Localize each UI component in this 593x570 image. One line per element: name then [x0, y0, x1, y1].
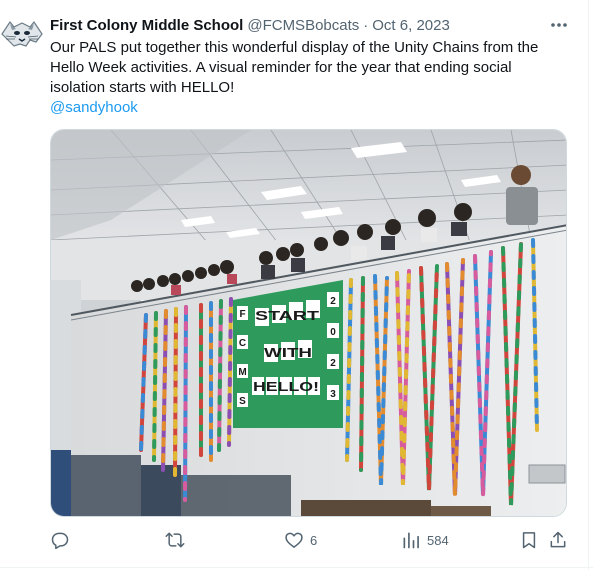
tweet-text-line: Hello Week activities. A visual reminder…: [50, 59, 512, 76]
separator-dot: ·: [363, 16, 369, 34]
retweet-icon: [165, 532, 185, 548]
photo-scene: F C M S 2 0 2 3 START WITH HELLO!: [51, 130, 566, 516]
share-button[interactable]: [548, 528, 568, 552]
tweet-actions: 6 584: [50, 528, 570, 552]
frame-right-border: [588, 0, 589, 570]
tweet-text-line: Our PALS put together this wonderful dis…: [50, 39, 539, 56]
banner-right-digit: 3: [330, 389, 336, 400]
tweet-date[interactable]: Oct 6, 2023: [372, 17, 450, 34]
reply-icon: [51, 532, 69, 550]
banner-right-digit: 2: [330, 358, 336, 369]
author-handle[interactable]: @FCMSBobcats: [247, 17, 359, 34]
like-button[interactable]: 6: [284, 528, 317, 552]
banner-left-letter: S: [239, 396, 246, 407]
views-button[interactable]: 584: [401, 528, 449, 552]
views-icon: [403, 532, 419, 549]
bookmark-button[interactable]: [519, 528, 539, 552]
bookmark-icon: [522, 532, 536, 549]
hello-banner: F C M S 2 0 2 3 START WITH HELLO!: [233, 280, 343, 428]
like-count: 6: [310, 532, 318, 548]
frame-bottom-border: [0, 567, 593, 568]
bobcat-logo-icon: [1, 20, 43, 47]
author-name[interactable]: First Colony Middle School: [50, 17, 243, 34]
banner-right-digit: 2: [330, 296, 336, 307]
share-icon: [550, 531, 566, 548]
banner-left-letter: F: [239, 309, 245, 320]
banner-left-letter: M: [238, 367, 246, 378]
avatar[interactable]: [0, 12, 44, 56]
tweet-header: First Colony Middle School @FCMSBobcats …: [50, 14, 573, 36]
reply-button[interactable]: [50, 528, 76, 552]
retweet-button[interactable]: [165, 528, 191, 552]
banner-line: START: [255, 308, 319, 323]
views-count: 584: [427, 532, 449, 548]
banner-line: WITH: [264, 345, 312, 360]
tweet-text-line: isolation starts with HELLO!: [50, 79, 235, 96]
more-icon: [551, 23, 567, 27]
banner-right-digit: 0: [330, 327, 336, 338]
heart-icon: [285, 532, 303, 548]
banner-line: HELLO!: [253, 379, 319, 394]
tweet-text: Our PALS put together this wonderful dis…: [50, 38, 570, 118]
tweet-photo[interactable]: F C M S 2 0 2 3 START WITH HELLO!: [50, 129, 567, 517]
banner-left-letter: C: [239, 338, 246, 349]
more-button[interactable]: [548, 16, 570, 34]
mention-link[interactable]: @sandyhook: [50, 99, 138, 116]
